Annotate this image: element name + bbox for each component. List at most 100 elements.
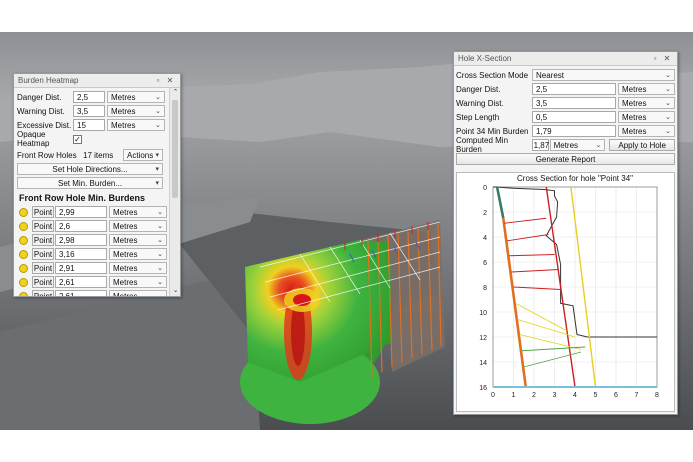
status-dot (19, 235, 28, 245)
y-tick-label: 4 (483, 235, 487, 242)
point-burden-input[interactable]: 2,99 (55, 206, 107, 218)
xsec-fields: Danger Dist. 2,5 Metres ⌄ Warning Dist. 3,5 Me… (456, 82, 675, 138)
point-button[interactable]: Point (32, 290, 54, 296)
xsec-field-input[interactable]: 2,5 (532, 83, 616, 95)
warning-dist-unit-select[interactable]: Metres ⌄ (107, 105, 165, 117)
series-line (495, 186, 505, 219)
point-button[interactable]: Point (32, 220, 54, 232)
scroll-up-icon[interactable]: ⌃ (170, 88, 181, 98)
y-tick-label: 14 (479, 360, 487, 367)
computed-min-burden-label: Computed Min Burden (456, 136, 509, 154)
point-button[interactable]: Point (32, 206, 54, 218)
restore-icon[interactable]: ▫ (152, 76, 164, 85)
point-unit-select[interactable]: Metres⌄ (109, 234, 167, 246)
xsec-unit-select[interactable]: Metres ⌄ (618, 97, 675, 109)
point-burden-input[interactable]: 2,91 (55, 262, 107, 274)
status-dot (19, 207, 28, 217)
computed-unit-select[interactable]: Metres ⌄ (549, 139, 606, 151)
point-button[interactable]: Point (32, 234, 54, 246)
opaque-heatmap-label: Opaque Heatmap (17, 130, 50, 148)
x-tick-label: 1 (512, 392, 516, 399)
status-dot (19, 277, 28, 287)
point-burden-input[interactable]: 2,61 (55, 290, 107, 296)
excessive-dist-unit-select[interactable]: Metres ⌄ (107, 119, 165, 131)
scroll-thumb[interactable] (172, 100, 178, 198)
excessive-dist-input[interactable]: 15 (73, 119, 105, 131)
burden-segment (513, 286, 561, 290)
y-tick-label: 8 (483, 285, 487, 292)
x-tick-label: 2 (532, 392, 536, 399)
set-hole-directions-button[interactable]: Set Hole Directions... ▾ (17, 163, 163, 175)
chevron-down-icon: ⌄ (155, 94, 161, 101)
point-button[interactable]: Point (32, 276, 54, 288)
y-tick-label: 12 (479, 335, 487, 342)
point-unit-select[interactable]: Metres⌄ (109, 262, 167, 274)
chart-title: Cross Section for hole "Point 34" (517, 174, 633, 183)
point-row: Point 2,98 Metres ⌄ (17, 233, 167, 247)
y-tick-label: 0 (483, 185, 487, 192)
triangle-down-icon: ▾ (155, 152, 159, 159)
x-tick-label: 7 (635, 392, 639, 399)
chevron-down-icon: ⌄ (665, 100, 671, 107)
xsec-field-input[interactable]: 3,5 (532, 97, 616, 109)
point-unit-select[interactable]: Metres⌄ (109, 290, 167, 296)
point-row: Point2,61Metres⌄ (17, 289, 167, 296)
heatmap-title-bar[interactable]: Burden Heatmap ▫ ✕ (14, 74, 180, 88)
xsec-unit-select[interactable]: Metres ⌄ (618, 83, 675, 95)
point-button[interactable]: Point (32, 248, 54, 260)
point-button[interactable]: Point (32, 262, 54, 274)
chevron-down-icon: ⌄ (665, 114, 671, 121)
warning-dist-input[interactable]: 3,5 (73, 105, 105, 117)
apply-to-hole-button[interactable]: Apply to Hole (609, 139, 675, 151)
heatmap-title: Burden Heatmap (18, 76, 79, 85)
point-unit-select[interactable]: Metres⌄ (109, 276, 167, 288)
scroll-down-icon[interactable]: ⌄ (170, 286, 181, 296)
point-list: Point 2,99 Metres ⌄ Point 2,6 Metres ⌄ Point 2,98… (17, 205, 167, 296)
point-burden-input[interactable]: 2,98 (55, 234, 107, 246)
close-icon[interactable]: ✕ (164, 76, 176, 85)
chevron-down-icon: ⌄ (157, 265, 163, 272)
cross-section-mode-label: Cross Section Mode (456, 70, 529, 80)
burden-heatmap-panel: Burden Heatmap ▫ ✕ Danger Dist. 2,5 Metr… (13, 73, 181, 297)
point-burden-input[interactable]: 2,6 (55, 220, 107, 232)
point-unit-select[interactable]: Metres⌄ (109, 206, 167, 218)
xsec-field-input[interactable]: 0,5 (532, 111, 616, 123)
generate-report-button[interactable]: Generate Report (456, 153, 675, 165)
hole-x-section-panel: Hole X-Section ▫ ✕ Cross Section Mode Ne… (453, 51, 678, 415)
restore-icon[interactable]: ▫ (649, 54, 661, 63)
xsec-title-bar[interactable]: Hole X-Section ▫ ✕ (454, 52, 677, 66)
y-tick-label: 10 (479, 310, 487, 317)
heatmap-scrollbar[interactable]: ⌃ ⌄ (169, 88, 180, 296)
point-burden-input[interactable]: 3,16 (55, 248, 107, 260)
burden-segment (504, 217, 547, 224)
opaque-heatmap-checkbox[interactable]: ✓ (73, 134, 82, 144)
point-row: Point2,61Metres⌄ (17, 275, 167, 289)
actions-dropdown[interactable]: Actions ▾ (123, 149, 163, 161)
computed-min-burden-value[interactable]: 1,87 (531, 139, 549, 151)
xsec-field-label: Warning Dist. (456, 98, 504, 108)
chevron-down-icon: ⌄ (157, 209, 163, 216)
point-unit-select[interactable]: Metres⌄ (109, 220, 167, 232)
y-tick-label: 6 (483, 260, 487, 267)
danger-dist-input[interactable]: 2,5 (73, 91, 105, 103)
point-row: Point 2,91 Metres ⌄ (17, 261, 167, 275)
series-line (502, 218, 528, 388)
cross-section-mode-select[interactable]: Nearest ⌄ (532, 69, 675, 81)
section-title: Front Row Hole Min. Burdens (19, 193, 145, 203)
set-min-burden-button[interactable]: Set Min. Burden... ▾ (17, 177, 163, 189)
chevron-down-icon: ⌄ (595, 142, 602, 149)
chevron-down-icon: ⌄ (157, 251, 163, 258)
warning-dist-label: Warning Dist. (17, 106, 65, 116)
point-burden-input[interactable]: 2,61 (55, 276, 107, 288)
cross-section-chart: Cross Section for hole "Point 34" 0 1 2 3 4 5 6… (456, 172, 675, 412)
danger-dist-unit-select[interactable]: Metres ⌄ (107, 91, 165, 103)
xsec-unit-select[interactable]: Metres ⌄ (618, 111, 675, 123)
xsec-field-input[interactable]: 1,79 (532, 125, 616, 137)
xsec-unit-select[interactable]: Metres ⌄ (618, 125, 675, 137)
x-tick-label: 4 (573, 392, 577, 399)
chevron-down-icon: ⌄ (157, 223, 163, 230)
close-icon[interactable]: ✕ (661, 54, 673, 63)
point-row: Point 2,6 Metres ⌄ (17, 219, 167, 233)
burden-segment (523, 351, 582, 368)
point-unit-select[interactable]: Metres⌄ (109, 248, 167, 260)
